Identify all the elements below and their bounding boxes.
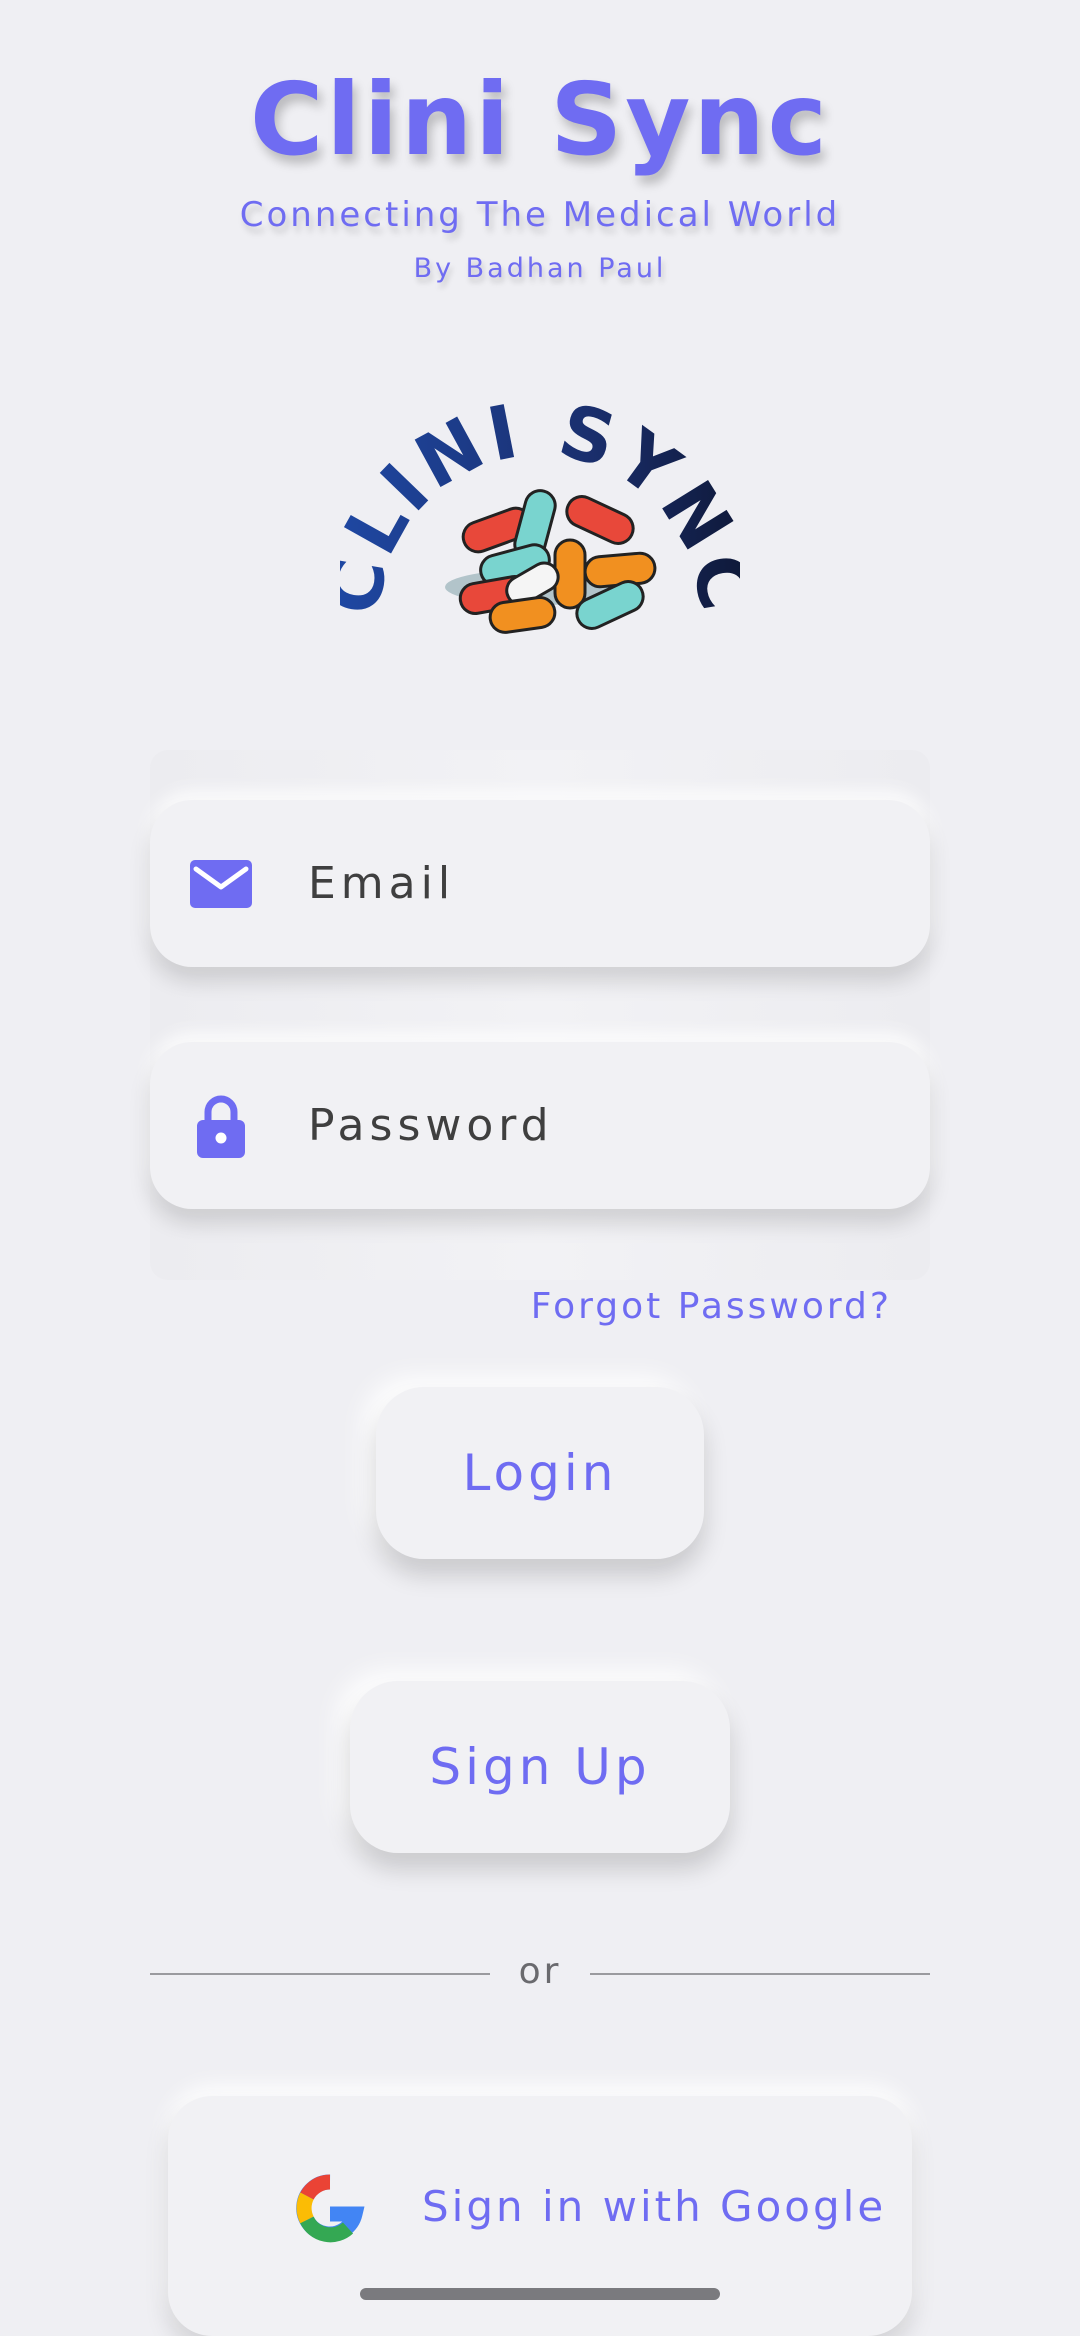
- google-signin-button[interactable]: Sign in with Google: [168, 2096, 912, 2336]
- password-input[interactable]: [308, 1042, 900, 1209]
- divider-text: or: [518, 1951, 562, 1992]
- email-field[interactable]: [150, 800, 930, 967]
- login-button[interactable]: Login: [376, 1387, 704, 1559]
- lock-icon: [188, 1093, 254, 1159]
- google-icon: [296, 2174, 365, 2243]
- app-subtitle: Connecting The Medical World: [239, 195, 841, 235]
- forgot-password-link[interactable]: Forgot Password?: [531, 1289, 892, 1325]
- password-field[interactable]: [150, 1042, 930, 1209]
- mail-icon: [188, 851, 254, 917]
- app-author: By Badhan Paul: [413, 253, 667, 284]
- signup-button[interactable]: Sign Up: [350, 1681, 730, 1853]
- home-indicator[interactable]: [360, 2288, 720, 2300]
- app-title: Clini Sync: [250, 61, 830, 178]
- divider-line-right: [590, 1973, 930, 1975]
- pills-icon: [445, 489, 657, 634]
- google-signin-label: Sign in with Google: [422, 2182, 887, 2231]
- email-input[interactable]: [308, 800, 900, 967]
- clini-sync-logo: CLINI SYNC: [340, 387, 740, 634]
